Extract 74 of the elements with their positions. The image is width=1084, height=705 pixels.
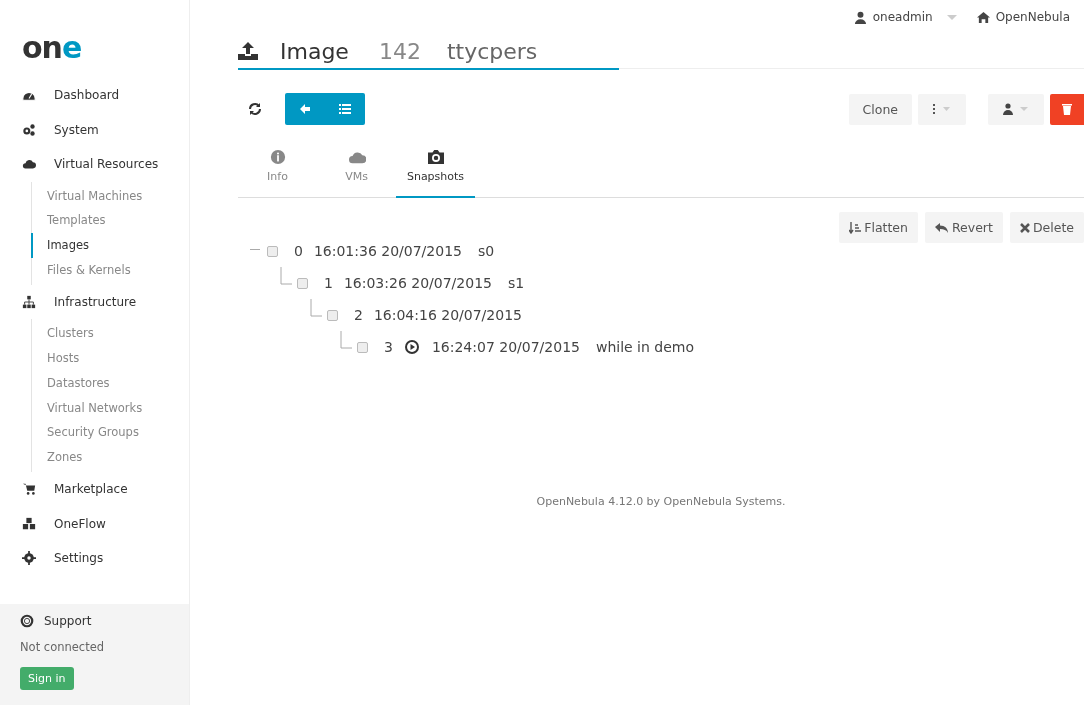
lifebuoy-icon bbox=[20, 614, 34, 628]
revert-button[interactable]: Revert bbox=[924, 212, 1003, 243]
cart-icon bbox=[22, 482, 36, 497]
sitemap-icon bbox=[22, 294, 36, 309]
sidebar-item[interactable]: Marketplace bbox=[0, 471, 189, 507]
snapshot-id: 2 bbox=[354, 307, 363, 323]
sort-icon bbox=[849, 221, 862, 234]
sidebar-item[interactable]: Virtual Resources bbox=[0, 147, 189, 182]
checkbox[interactable] bbox=[297, 277, 308, 289]
close-icon bbox=[1019, 222, 1030, 233]
sidebar-subitem[interactable]: Datastores bbox=[31, 370, 189, 396]
refresh-icon bbox=[248, 102, 262, 116]
clone-button[interactable]: Clone bbox=[848, 93, 912, 125]
snapshot-name: while in demo bbox=[595, 339, 695, 355]
support-title: Support bbox=[44, 614, 92, 628]
resource-type: Image bbox=[280, 38, 349, 66]
snapshot-time: 16:03:26 20/07/2015 bbox=[343, 275, 492, 291]
snapshot-id: 1 bbox=[324, 275, 333, 291]
tree-connector bbox=[340, 331, 354, 351]
list-icon bbox=[339, 103, 351, 115]
info-icon bbox=[268, 149, 287, 165]
cubes-icon bbox=[22, 516, 36, 531]
more-caret-icon bbox=[932, 104, 952, 114]
sidebar-subitem[interactable]: Zones bbox=[31, 445, 189, 470]
cloud-icon bbox=[347, 149, 366, 165]
logo: one bbox=[22, 29, 82, 67]
resource-name: ttycpers bbox=[446, 38, 538, 66]
sidebar-subitem[interactable]: Security Groups bbox=[31, 420, 189, 446]
trash-icon bbox=[1062, 103, 1072, 115]
tree-connector bbox=[310, 299, 324, 319]
tab[interactable]: Info bbox=[238, 147, 317, 198]
user-icon bbox=[853, 10, 867, 24]
settings-icon bbox=[22, 551, 36, 566]
snapshot-time: 16:04:16 20/07/2015 bbox=[373, 307, 522, 323]
sidebar-item[interactable]: Settings bbox=[0, 540, 189, 576]
back-arrow-icon bbox=[299, 103, 311, 115]
tab[interactable]: Snapshots bbox=[396, 147, 475, 198]
sidebar-subitem[interactable]: Virtual Machines bbox=[31, 183, 189, 209]
footer-text: OpenNebula 4.12.0 by OpenNebula Systems. bbox=[535, 495, 787, 508]
home-icon bbox=[976, 10, 990, 24]
sidebar-subitem[interactable]: Files & Kernels bbox=[31, 257, 189, 283]
delete-button[interactable]: Delete bbox=[1009, 212, 1084, 243]
sidebar-item[interactable]: Infrastructure bbox=[0, 284, 189, 320]
sidebar-item[interactable]: Dashboard bbox=[0, 78, 189, 113]
checkbox[interactable] bbox=[327, 309, 338, 321]
support-status: Not connected bbox=[20, 640, 106, 654]
sidebar-subitem[interactable]: Virtual Networks bbox=[31, 395, 189, 421]
reply-arrow-icon bbox=[934, 221, 949, 234]
flatten-button[interactable]: Flatten bbox=[839, 212, 918, 243]
camera-icon bbox=[426, 149, 445, 165]
sidebar-subitem[interactable]: Images bbox=[31, 233, 189, 258]
snapshot-time: 16:24:07 20/07/2015 bbox=[431, 339, 580, 355]
snapshot-time: 16:01:36 20/07/2015 bbox=[313, 243, 462, 259]
tree-connector bbox=[280, 267, 294, 287]
snapshot-name: s0 bbox=[477, 243, 495, 259]
user-caret-icon bbox=[1003, 103, 1029, 115]
tab[interactable]: VMs bbox=[317, 147, 396, 198]
sidebar-subitem[interactable]: Clusters bbox=[31, 321, 189, 346]
upload-icon bbox=[238, 42, 258, 60]
tree-dash bbox=[250, 248, 260, 250]
snapshot-id: 0 bbox=[294, 243, 303, 259]
sidebar-item[interactable]: System bbox=[0, 112, 189, 147]
snapshot-id: 3 bbox=[384, 339, 393, 355]
zone-menu[interactable]: OpenNebula bbox=[976, 9, 1084, 25]
checkbox[interactable] bbox=[267, 245, 278, 257]
user-menu[interactable]: oneadmin bbox=[853, 9, 957, 25]
sidebar-item[interactable]: OneFlow bbox=[0, 506, 189, 541]
checkbox[interactable] bbox=[357, 341, 368, 353]
sidebar-subitem[interactable]: Templates bbox=[31, 208, 189, 234]
snapshot-name: s1 bbox=[507, 275, 525, 291]
resource-id: 142 bbox=[378, 38, 421, 66]
owner-menu-button[interactable] bbox=[988, 93, 1044, 125]
delete-image-button[interactable] bbox=[1050, 93, 1084, 125]
sidebar-subitem[interactable]: Hosts bbox=[31, 346, 189, 371]
